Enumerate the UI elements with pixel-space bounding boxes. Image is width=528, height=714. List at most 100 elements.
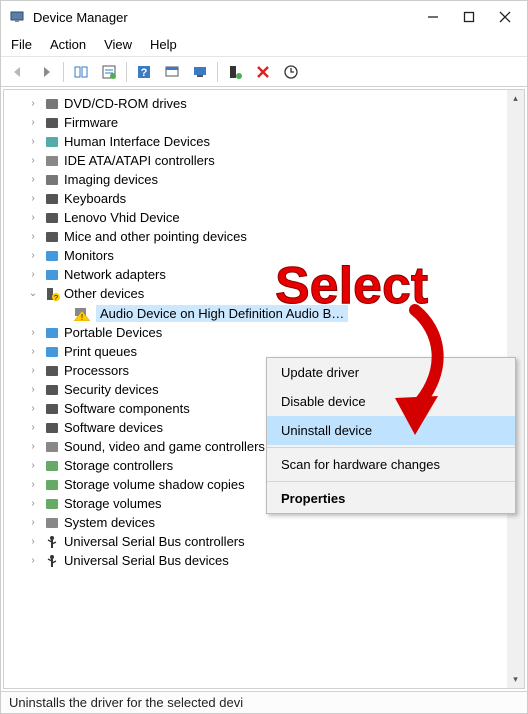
tree-item[interactable]: › Keyboards — [4, 189, 524, 208]
titlebar: Device Manager — [1, 1, 527, 33]
tree-item[interactable]: › System devices — [4, 513, 524, 532]
forward-button[interactable] — [33, 60, 59, 84]
expand-icon[interactable]: › — [26, 365, 40, 376]
enable-device-button[interactable] — [222, 60, 248, 84]
tree-item[interactable]: › Mice and other pointing devices — [4, 227, 524, 246]
tree-item-label: DVD/CD-ROM drives — [64, 96, 187, 111]
device-category-icon — [44, 191, 60, 207]
device-category-icon: ? — [44, 286, 60, 302]
scrollbar-down[interactable]: ▾ — [507, 671, 524, 688]
expand-icon[interactable]: › — [26, 498, 40, 509]
device-manager-icon — [9, 9, 25, 25]
expand-icon[interactable]: › — [26, 384, 40, 395]
device-category-icon — [44, 248, 60, 264]
device-category-icon — [44, 267, 60, 283]
expand-icon[interactable]: › — [26, 98, 40, 109]
menu-view[interactable]: View — [104, 37, 132, 52]
ctx-uninstall-device[interactable]: Uninstall device — [267, 416, 515, 445]
expand-icon[interactable]: › — [26, 117, 40, 128]
expand-icon[interactable]: › — [26, 174, 40, 185]
expand-icon[interactable]: › — [26, 536, 40, 547]
ctx-update-driver[interactable]: Update driver — [267, 358, 515, 387]
expand-icon[interactable]: › — [26, 346, 40, 357]
device-category-icon — [44, 363, 60, 379]
tree-item-label: Software devices — [64, 420, 163, 435]
toolbar-button-5[interactable] — [159, 60, 185, 84]
properties-button[interactable] — [96, 60, 122, 84]
ctx-separator — [267, 481, 515, 482]
scrollbar-up[interactable]: ▴ — [507, 90, 524, 107]
expand-icon[interactable]: › — [26, 441, 40, 452]
ctx-scan-hardware[interactable]: Scan for hardware changes — [267, 450, 515, 479]
tree-item-label: Storage controllers — [64, 458, 173, 473]
help-toolbar-button[interactable]: ? — [131, 60, 157, 84]
statusbar: Uninstalls the driver for the selected d… — [1, 691, 527, 713]
expand-icon[interactable]: › — [26, 231, 40, 242]
tree-item[interactable]: › DVD/CD-ROM drives — [4, 94, 524, 113]
tree-item-label: Imaging devices — [64, 172, 158, 187]
device-category-icon — [44, 153, 60, 169]
expand-icon[interactable]: › — [26, 250, 40, 261]
tree-item[interactable]: ›Network adapters — [4, 265, 524, 284]
toolbar: ? — [1, 57, 527, 87]
minimize-button[interactable] — [425, 9, 441, 25]
tree-item-label: Monitors — [64, 248, 114, 263]
expand-icon[interactable]: › — [26, 555, 40, 566]
tree-item-label: Universal Serial Bus devices — [64, 553, 229, 568]
expand-icon[interactable]: › — [26, 517, 40, 528]
ctx-properties[interactable]: Properties — [267, 484, 515, 513]
tree-item[interactable]: › Universal Serial Bus devices — [4, 551, 524, 570]
close-button[interactable] — [497, 9, 513, 25]
tree-item-label: Software components — [64, 401, 190, 416]
expand-icon[interactable]: › — [26, 403, 40, 414]
scan-hardware-button[interactable] — [187, 60, 213, 84]
tree-item[interactable]: ›Portable Devices — [4, 323, 524, 342]
tree-item-label: System devices — [64, 515, 155, 530]
expand-icon[interactable]: › — [26, 479, 40, 490]
expand-icon[interactable]: › — [26, 136, 40, 147]
svg-text:!: ! — [81, 313, 83, 321]
tree-item-label: Security devices — [64, 382, 159, 397]
tree-item-label: Keyboards — [64, 191, 126, 206]
context-menu: Update driver Disable device Uninstall d… — [266, 357, 516, 514]
expand-icon[interactable]: › — [26, 460, 40, 471]
ctx-disable-device[interactable]: Disable device — [267, 387, 515, 416]
tree-item[interactable]: ›Human Interface Devices — [4, 132, 524, 151]
expand-icon[interactable]: › — [26, 327, 40, 338]
warning-device-icon: ! — [74, 305, 90, 321]
back-button[interactable] — [5, 60, 31, 84]
tree-item-label: Universal Serial Bus controllers — [64, 534, 245, 549]
tree-item[interactable]: › Monitors — [4, 246, 524, 265]
tree-child-item[interactable]: !Audio Device on High Definition Audio B… — [4, 303, 524, 323]
tree-item-label: Storage volume shadow copies — [64, 477, 245, 492]
device-category-icon — [44, 477, 60, 493]
device-category-icon — [44, 325, 60, 341]
tree-item[interactable]: › Universal Serial Bus controllers — [4, 532, 524, 551]
tree-item[interactable]: ›Firmware — [4, 113, 524, 132]
device-category-icon — [44, 401, 60, 417]
device-category-icon — [44, 553, 60, 569]
menubar: File Action View Help — [1, 33, 527, 57]
collapse-icon[interactable]: ⌄ — [26, 288, 40, 299]
expand-icon[interactable]: › — [26, 193, 40, 204]
tree-item[interactable]: ›Lenovo Vhid Device — [4, 208, 524, 227]
tree-item[interactable]: ›IDE ATA/ATAPI controllers — [4, 151, 524, 170]
menu-action[interactable]: Action — [50, 37, 86, 52]
device-category-icon — [44, 382, 60, 398]
show-hide-tree-button[interactable] — [68, 60, 94, 84]
expand-icon[interactable]: › — [26, 422, 40, 433]
device-category-icon — [44, 496, 60, 512]
device-category-icon — [44, 458, 60, 474]
expand-icon[interactable]: › — [26, 212, 40, 223]
maximize-button[interactable] — [461, 9, 477, 25]
expand-icon[interactable]: › — [26, 269, 40, 280]
tree-item-label: Mice and other pointing devices — [64, 229, 247, 244]
expand-icon[interactable]: › — [26, 155, 40, 166]
update-driver-toolbar-button[interactable] — [278, 60, 304, 84]
menu-help[interactable]: Help — [150, 37, 177, 52]
tree-item[interactable]: › Imaging devices — [4, 170, 524, 189]
tree-item-label: Print queues — [64, 344, 137, 359]
tree-item[interactable]: ⌄?Other devices — [4, 284, 524, 303]
uninstall-toolbar-button[interactable] — [250, 60, 276, 84]
menu-file[interactable]: File — [11, 37, 32, 52]
